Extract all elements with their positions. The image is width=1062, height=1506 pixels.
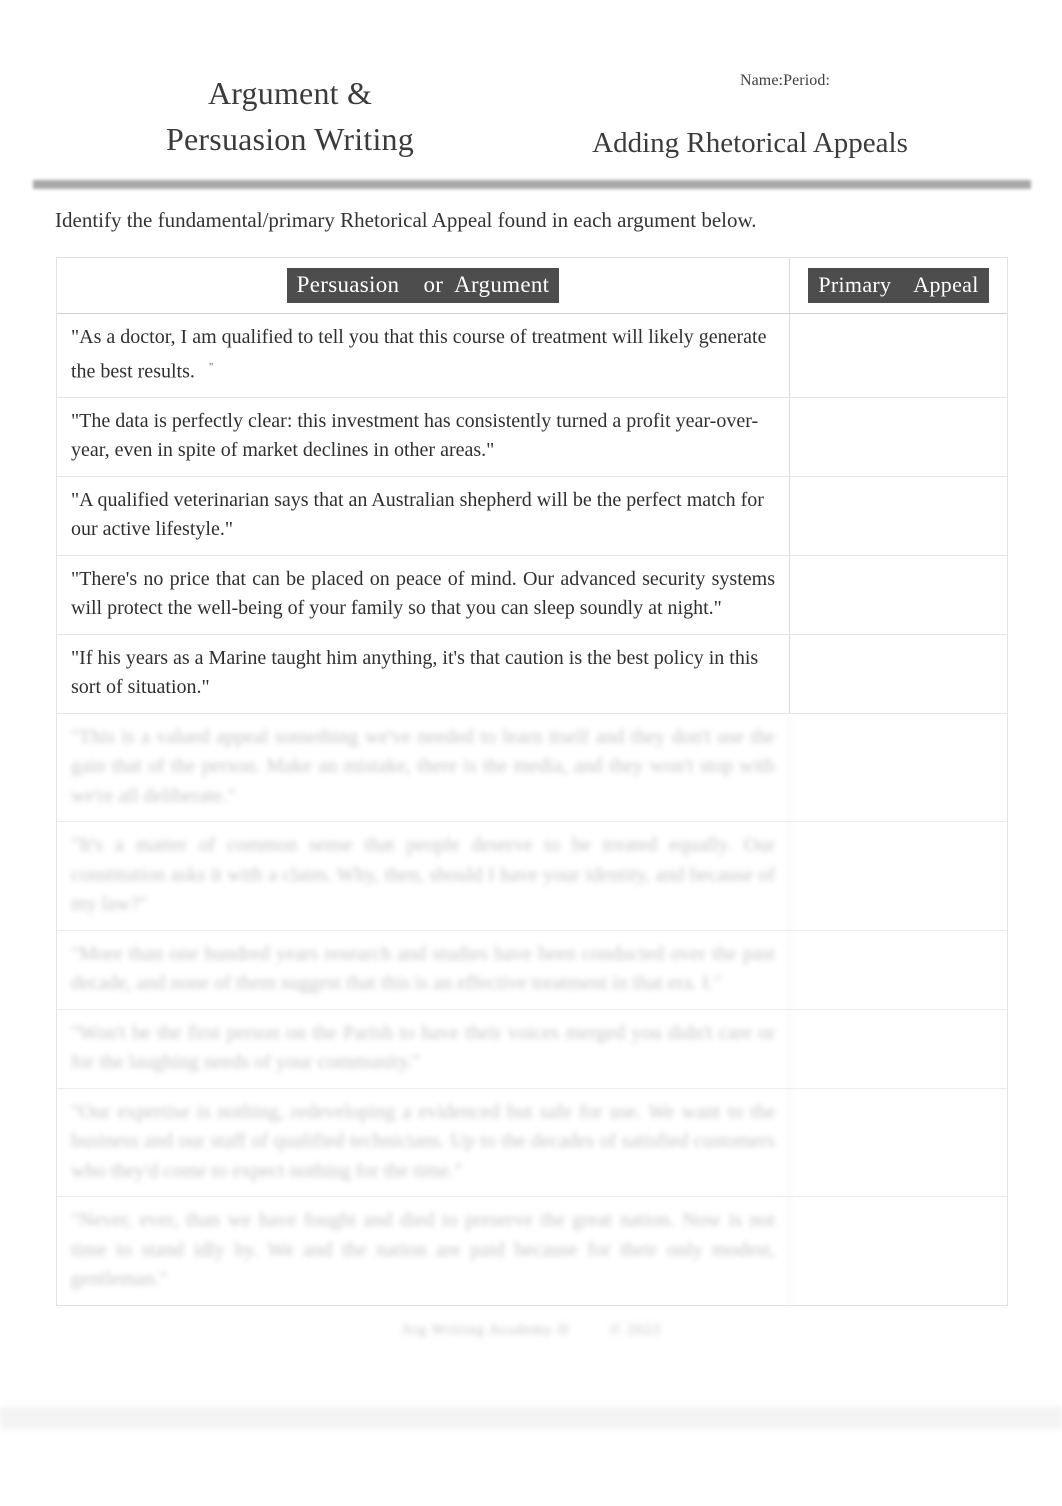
appeal-answer-cell[interactable] (790, 1197, 1007, 1305)
document-page: Argument & Persuasion Writing Name:Perio… (0, 0, 1062, 1506)
table-row: "This is a valued appeal something we've… (57, 713, 1007, 823)
appeal-answer-cell[interactable] (790, 1089, 1007, 1197)
appeal-answer-cell[interactable] (790, 714, 1007, 822)
argument-cell: "There's no price that can be placed on … (57, 555, 790, 634)
instruction-text: Identify the fundamental/primary Rhetori… (55, 208, 757, 232)
header-divider-rule (33, 180, 1031, 189)
document-title: Argument & Persuasion Writing (166, 75, 414, 157)
argument-cell: "Never, ever, than we have fought and di… (57, 1197, 790, 1305)
table-header-row: Persuasion or Argument Primary Appeal (57, 258, 1007, 314)
page-bottom-band (0, 1407, 1062, 1429)
argument-cell: "A qualified veterinarian says that an A… (57, 476, 790, 555)
header-cell-appeal: Primary Appeal (790, 258, 1007, 313)
table-row: "The data is perfectly clear: this inves… (57, 397, 1007, 477)
appeal-answer-cell[interactable] (790, 822, 1007, 930)
argument-text: "Never, ever, than we have fought and di… (71, 1209, 775, 1291)
argument-cell: "Won't be the first person on the Parish… (57, 1009, 790, 1088)
argument-cell: "As a doctor, I am qualified to tell you… (57, 314, 790, 397)
argument-text: "Won't be the first person on the Parish… (71, 1021, 775, 1074)
argument-cell: "More than one hundred years research an… (57, 930, 790, 1009)
argument-text: "It's a matter of common sense that peop… (71, 834, 775, 916)
argument-cell: "The data is perfectly clear: this inves… (57, 397, 790, 476)
argument-cell: "It's a matter of common sense that peop… (57, 822, 790, 930)
argument-text: "If his years as a Marine taught him any… (71, 646, 759, 699)
table-row: "Won't be the first person on the Parish… (57, 1009, 1007, 1089)
appeal-answer-cell[interactable] (790, 477, 1007, 555)
argument-text: "Our expertise is nothing, redeveloping … (71, 1100, 775, 1182)
argument-cell: "Our expertise is nothing, redeveloping … (57, 1088, 790, 1197)
appeal-answer-cell[interactable] (790, 398, 1007, 476)
header-cell-argument: Persuasion or Argument (57, 258, 790, 313)
argument-cell: "This is a valued appeal something we've… (57, 713, 790, 822)
appeal-column-label: Primary Appeal (808, 268, 989, 303)
appeal-answer-cell[interactable] (790, 1010, 1007, 1088)
argument-text: "This is a valued appeal something we've… (71, 725, 775, 807)
footer-source-label: Arg Writing Academy II (401, 1322, 570, 1338)
document-header: Argument & Persuasion Writing Name:Perio… (0, 0, 1062, 180)
table-row: "More than one hundred years research an… (57, 930, 1007, 1010)
footer-page-number: © 2023 (609, 1322, 661, 1338)
worksheet-title: Adding Rhetorical Appeals (592, 127, 908, 159)
table-row: "Never, ever, than we have fought and di… (57, 1197, 1007, 1305)
appeal-answer-cell[interactable] (790, 556, 1007, 634)
table-row: "As a doctor, I am qualified to tell you… (57, 314, 1007, 398)
argument-text: "The data is perfectly clear: this inves… (71, 409, 759, 462)
name-period-field: Name:Period: (739, 72, 831, 89)
table-row: "It's a matter of common sense that peop… (57, 822, 1007, 931)
table-row: "There's no price that can be placed on … (57, 555, 1007, 635)
argument-text: "A qualified veterinarian says that an A… (71, 488, 764, 541)
table-row: "If his years as a Marine taught him any… (57, 634, 1007, 714)
document-footer: Arg Writing Academy II © 2023 (0, 1322, 1062, 1339)
argument-text: "There's no price that can be placed on … (71, 567, 775, 620)
table-row: "A qualified veterinarian says that an A… (57, 476, 1007, 556)
table-row: "Our expertise is nothing, redeveloping … (57, 1088, 1007, 1198)
appeal-answer-cell[interactable] (790, 314, 1007, 397)
argument-cell: "If his years as a Marine taught him any… (57, 634, 790, 713)
appeal-answer-cell[interactable] (790, 931, 1007, 1009)
argument-column-label: Persuasion or Argument (286, 267, 560, 304)
trailing-quote-mark: " (208, 360, 214, 373)
appeal-answer-cell[interactable] (790, 635, 1007, 713)
rhetorical-appeals-table: Persuasion or Argument Primary Appeal "A… (56, 257, 1008, 1306)
argument-text: "As a doctor, I am qualified to tell you… (71, 326, 767, 383)
argument-text: "More than one hundred years research an… (71, 942, 775, 995)
